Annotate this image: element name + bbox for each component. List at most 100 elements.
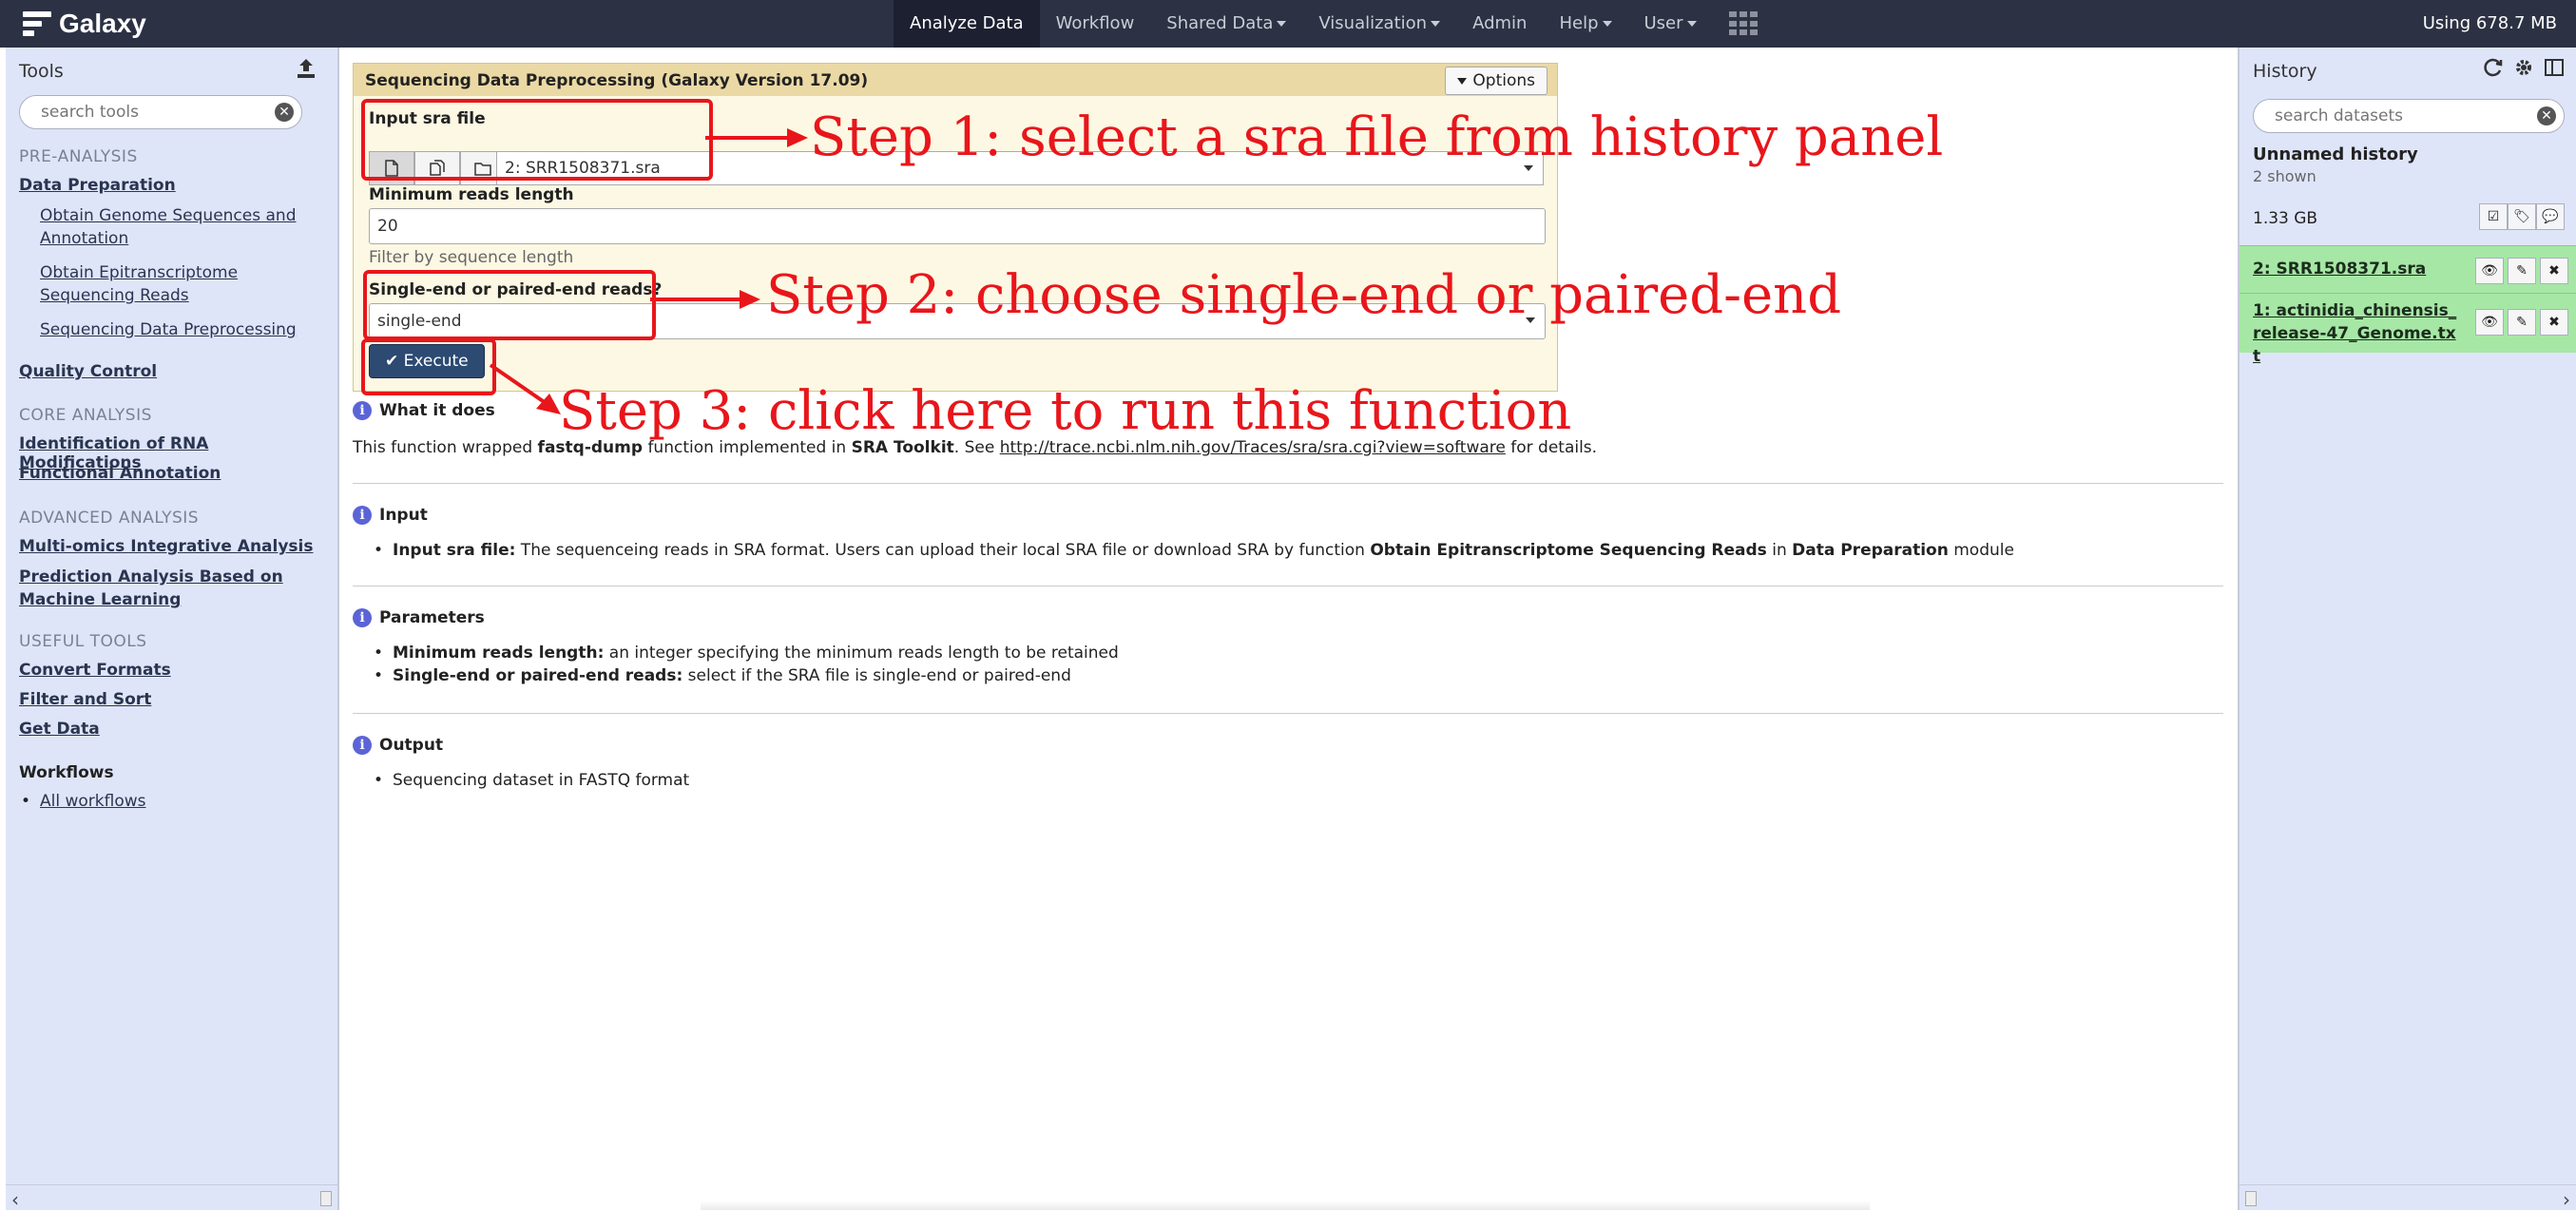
workflows-heading: Workflows: [19, 763, 114, 782]
nav-visualization[interactable]: Visualization: [1302, 0, 1456, 48]
text-bold: Obtain Epitranscriptome Sequencing Reads: [1370, 541, 1767, 560]
tool-search-box: ✕: [19, 95, 302, 129]
nav-label: Shared Data: [1166, 13, 1274, 33]
min-length-input[interactable]: 20: [369, 208, 1546, 244]
galaxy-brand[interactable]: Galaxy: [23, 6, 146, 42]
min-length-value: 20: [377, 217, 398, 236]
text-bold: Single-end or paired-end reads:: [393, 666, 683, 685]
pencil-icon: ✎: [2516, 263, 2528, 279]
quota-meter[interactable]: Using 678.7 MB: [2423, 0, 2557, 48]
dataset-buttons: 👁 ✎ ✖: [2475, 258, 2568, 284]
input-heading: i Input: [353, 506, 428, 525]
nav-label: Workflow: [1055, 13, 1135, 33]
delete-dataset-button[interactable]: ✖: [2540, 309, 2568, 336]
tool-obtain-reads[interactable]: Obtain Epitranscriptome Sequencing Reads: [40, 261, 325, 307]
text: Sequencing dataset in FASTQ format: [393, 771, 690, 790]
chevron-left-icon[interactable]: ‹: [11, 1188, 19, 1211]
nav-shared-data[interactable]: Shared Data: [1150, 0, 1302, 48]
chevron-right-icon[interactable]: ›: [2563, 1188, 2570, 1211]
tool-search-input[interactable]: [39, 102, 268, 123]
what-it-does-heading: i What it does: [353, 401, 495, 420]
tool-seq-preprocessing[interactable]: Sequencing Data Preprocessing: [40, 318, 325, 341]
tool-obtain-genome[interactable]: Obtain Genome Sequences and Annotation: [40, 204, 325, 250]
select-items-button[interactable]: ☑: [2479, 203, 2508, 230]
tool-panel-header: Tools: [6, 48, 337, 89]
options-button[interactable]: Options: [1445, 67, 1548, 95]
columns-icon[interactable]: [2544, 57, 2565, 78]
nav-admin[interactable]: Admin: [1456, 0, 1543, 48]
all-workflows-link[interactable]: All workflows: [21, 792, 145, 811]
tool-section-filter-sort[interactable]: Filter and Sort: [19, 690, 151, 709]
input-description: Input sra file: The sequenceing reads in…: [374, 541, 2014, 560]
info-icon: i: [353, 401, 372, 420]
upload-icon[interactable]: [296, 57, 317, 80]
section-label-core-analysis: CORE ANALYSIS: [19, 406, 152, 425]
info-icon: i: [353, 506, 372, 525]
history-size: 1.33 GB: [2253, 209, 2318, 228]
history-action-buttons: ☑ 🏷 💬: [2479, 203, 2565, 230]
nav-workflow[interactable]: Workflow: [1040, 0, 1151, 48]
view-dataset-button[interactable]: 👁: [2475, 258, 2504, 284]
param-min-length: Minimum reads length: an integer specify…: [374, 644, 1119, 663]
dataset-title[interactable]: 2: SRR1508371.sra: [2253, 258, 2462, 280]
edit-dataset-button[interactable]: ✎: [2508, 258, 2536, 284]
nav-help[interactable]: Help: [1543, 0, 1627, 48]
caret-down-icon: [1431, 21, 1441, 27]
section-label-pre-analysis: PRE-ANALYSIS: [19, 147, 138, 166]
annotation-step3: Step 3: click here to run this function: [559, 380, 1572, 442]
text: The sequenceing reads in SRA format. Use…: [515, 541, 1371, 560]
history-search-input[interactable]: [2273, 106, 2525, 126]
history-dataset[interactable]: 1: actinidia_chinensis_release-47_Genome…: [2240, 293, 2576, 366]
view-dataset-button[interactable]: 👁: [2475, 309, 2504, 336]
history-dataset[interactable]: 2: SRR1508371.sra 👁 ✎ ✖: [2240, 245, 2576, 294]
nav-user[interactable]: User: [1628, 0, 1713, 48]
tool-section-data-preparation[interactable]: Data Preparation: [19, 176, 176, 195]
history-search-box: ✕: [2253, 99, 2565, 133]
dataset-buttons: 👁 ✎ ✖: [2475, 309, 2568, 336]
annotation-step2: Step 2: choose single-end or paired-end: [766, 264, 1842, 326]
param-ends: Single-end or paired-end reads: select i…: [374, 666, 1071, 685]
gear-icon[interactable]: [2513, 57, 2534, 78]
main-nav: Analyze Data Workflow Shared Data Visual…: [894, 0, 1774, 48]
grid-icon: [1728, 11, 1758, 36]
history-panel: History ✕ Unnamed history 2 shown 1.33 G…: [2238, 48, 2576, 1211]
tool-section-quality-control[interactable]: Quality Control: [19, 362, 157, 381]
caret-down-icon: [1686, 21, 1697, 27]
tool-section-prediction[interactable]: Prediction Analysis Based on Machine Lea…: [19, 566, 285, 611]
info-icon: i: [353, 608, 372, 627]
delete-dataset-button[interactable]: ✖: [2540, 258, 2568, 284]
output-heading: i Output: [353, 736, 443, 755]
annotation-box-step1: [361, 99, 713, 181]
tool-panel-title: Tools: [19, 61, 64, 82]
resize-handle[interactable]: [320, 1191, 332, 1206]
nav-label: Analyze Data: [910, 13, 1024, 33]
tool-form-title: Sequencing Data Preprocessing (Galaxy Ve…: [365, 71, 869, 90]
history-shown-count: 2 shown: [2253, 167, 2316, 185]
edit-annotation-button[interactable]: 💬: [2536, 203, 2565, 230]
masthead: Galaxy Analyze Data Workflow Shared Data…: [0, 0, 2576, 48]
history-name[interactable]: Unnamed history: [2253, 144, 2418, 164]
history-panel-header: History: [2240, 48, 2576, 89]
clear-search-icon[interactable]: ✕: [275, 103, 294, 122]
text-bold: Data Preparation: [1792, 541, 1949, 560]
heading-text: Input: [379, 506, 428, 525]
tool-section-functional-annotation[interactable]: Functional Annotation: [19, 464, 221, 483]
nav-scratchbook[interactable]: [1713, 0, 1774, 48]
pencil-icon: ✎: [2516, 315, 2528, 330]
checkbox-icon: ☑: [2487, 209, 2500, 224]
center-panel: Sequencing Data Preprocessing (Galaxy Ve…: [339, 48, 2236, 1210]
refresh-icon[interactable]: [2483, 57, 2504, 78]
history-panel-footer: ›: [2240, 1184, 2576, 1211]
edit-dataset-button[interactable]: ✎: [2508, 309, 2536, 336]
clear-search-icon[interactable]: ✕: [2537, 106, 2556, 125]
tool-section-convert-formats[interactable]: Convert Formats: [19, 661, 171, 680]
resize-handle[interactable]: [2245, 1191, 2257, 1206]
dataset-title[interactable]: 1: actinidia_chinensis_release-47_Genome…: [2253, 299, 2462, 368]
nav-label: Help: [1559, 13, 1599, 33]
nav-analyze-data[interactable]: Analyze Data: [894, 0, 1040, 48]
edit-tags-button[interactable]: 🏷: [2508, 203, 2536, 230]
tool-section-get-data[interactable]: Get Data: [19, 720, 100, 739]
tool-section-multi-omics[interactable]: Multi-omics Integrative Analysis: [19, 537, 314, 556]
caret-down-icon: [1277, 21, 1287, 27]
annotation-arrow-step2: [650, 290, 760, 309]
